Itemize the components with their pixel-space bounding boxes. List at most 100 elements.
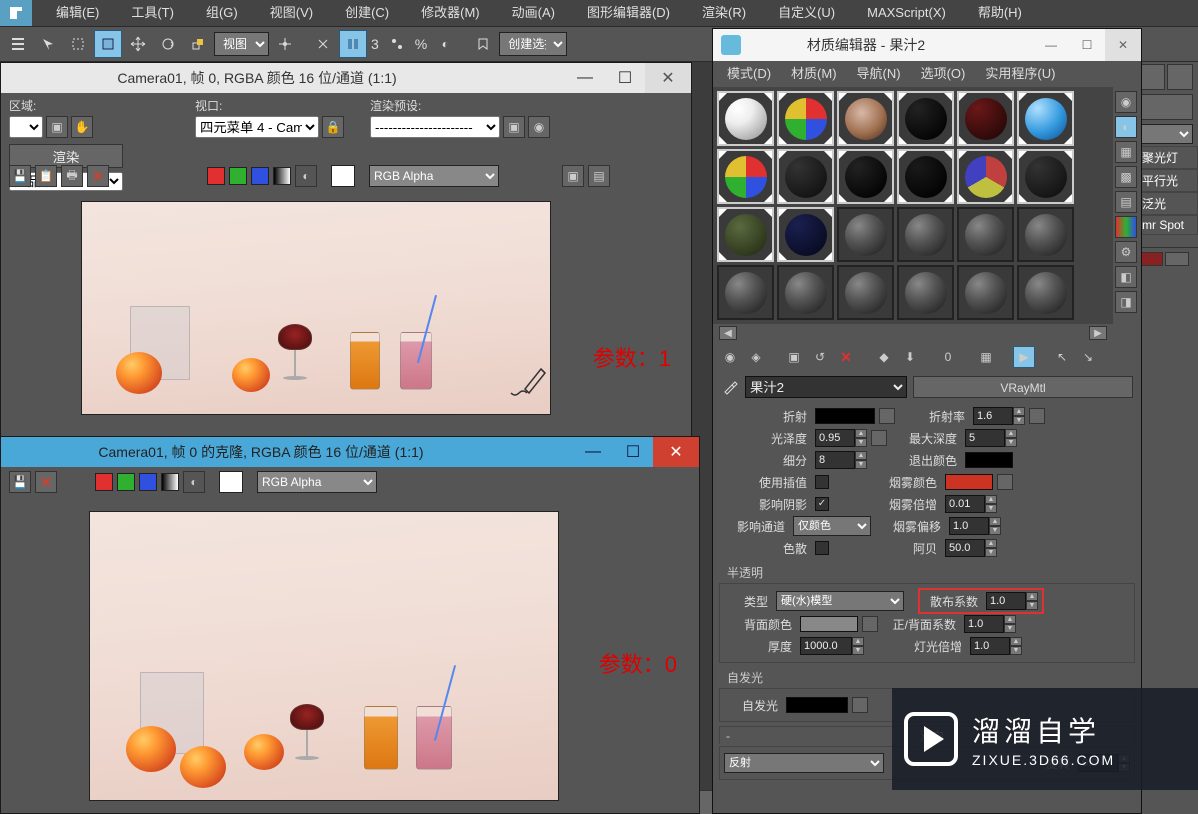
mat-slot-22[interactable]: [897, 265, 954, 320]
material-type-button[interactable]: VRayMtl: [913, 376, 1133, 398]
mat-slot-11[interactable]: [957, 149, 1014, 204]
area-dropdown[interactable]: [9, 116, 43, 138]
mat-slot-5[interactable]: [957, 91, 1014, 146]
mono-toggle[interactable]: ◐: [295, 165, 317, 187]
backlight-icon[interactable]: ◐: [1115, 116, 1137, 138]
mat-menu-options[interactable]: 选项(O): [911, 61, 976, 87]
refraction-color-swatch[interactable]: [815, 408, 875, 424]
select-icon[interactable]: [34, 30, 62, 58]
fb-toggle-b-icon[interactable]: ▤: [588, 165, 610, 187]
mat-slot-8[interactable]: [777, 149, 834, 204]
selfillum-swatch[interactable]: [786, 697, 848, 713]
mat-slot-20[interactable]: [777, 265, 834, 320]
render2-close-button[interactable]: ✕: [653, 437, 699, 467]
menu-edit[interactable]: 编辑(E): [40, 0, 115, 26]
cp-color-swatch[interactable]: [1139, 252, 1163, 266]
fbcoeff-input[interactable]: [964, 615, 1004, 633]
preview-icon[interactable]: [1115, 216, 1137, 238]
cp-light-spot[interactable]: 聚光灯: [1137, 146, 1198, 169]
selfillum-map-button[interactable]: [852, 697, 868, 713]
sample-scroll-left[interactable]: ◀: [719, 326, 737, 340]
r2-bg-color-swatch[interactable]: [219, 471, 243, 493]
sample-type-icon[interactable]: ◉: [1115, 91, 1137, 113]
r2-channel-dropdown[interactable]: RGB Alpha: [257, 471, 377, 493]
alpha-channel-toggle[interactable]: [273, 167, 291, 185]
scatter-spinner[interactable]: ▲▼: [1026, 592, 1038, 610]
glossiness-map-button[interactable]: [871, 430, 887, 446]
subdivs-input[interactable]: [815, 451, 855, 469]
ior-spinner[interactable]: ▲▼: [1013, 407, 1025, 425]
glossiness-input[interactable]: [815, 429, 855, 447]
preset-b-icon[interactable]: ◉: [528, 116, 550, 138]
scatter-input[interactable]: [986, 592, 1026, 610]
delete-material-icon[interactable]: ✕: [835, 346, 857, 368]
cp-create-icon[interactable]: [1139, 64, 1165, 90]
save-image-icon[interactable]: 💾: [9, 165, 31, 187]
assign-to-sel-icon[interactable]: ▣: [783, 346, 805, 368]
maxdepth-spinner[interactable]: ▲▼: [1005, 429, 1017, 447]
mat-slot-24[interactable]: [1017, 265, 1074, 320]
menu-modifiers[interactable]: 修改器(M): [405, 0, 496, 26]
print-icon[interactable]: 🖶: [61, 165, 83, 187]
render1-minimize-button[interactable]: —: [565, 63, 605, 93]
affectchannels-dropdown[interactable]: 仅颜色: [793, 516, 871, 536]
mat-slot-3[interactable]: [837, 91, 894, 146]
fogcolor-map-button[interactable]: [997, 474, 1013, 490]
fogcolor-swatch[interactable]: [945, 474, 993, 490]
r2-blue-channel-toggle[interactable]: [139, 473, 157, 491]
fogbias-spinner[interactable]: ▲▼: [989, 517, 1001, 535]
material-name-dropdown[interactable]: 果汁2: [745, 376, 907, 398]
mat-menu-material[interactable]: 材质(M): [781, 61, 847, 87]
mat-map-nav-icon[interactable]: ◨: [1115, 291, 1137, 313]
abbe-input[interactable]: [945, 539, 985, 557]
move-icon[interactable]: [124, 30, 152, 58]
pick-material-icon[interactable]: [721, 378, 739, 396]
fogbias-input[interactable]: [949, 517, 989, 535]
go-parent-icon[interactable]: ↖: [1051, 346, 1073, 368]
background-icon[interactable]: ▦: [1115, 141, 1137, 163]
mat-slot-9[interactable]: [837, 149, 894, 204]
mat-slot-18[interactable]: [1017, 207, 1074, 262]
render1-close-button[interactable]: ✕: [645, 63, 691, 93]
red-channel-toggle[interactable]: [207, 167, 225, 185]
thickness-spinner[interactable]: ▲▼: [852, 637, 864, 655]
r2-green-channel-toggle[interactable]: [117, 473, 135, 491]
tool-menu-icon[interactable]: [4, 30, 32, 58]
useinterp-checkbox[interactable]: [815, 475, 829, 489]
mat-menu-mode[interactable]: 模式(D): [717, 61, 781, 87]
menu-tools[interactable]: 工具(T): [115, 0, 190, 26]
snap-pct-icon[interactable]: [383, 30, 411, 58]
cp-light-mrspot[interactable]: mr Spot: [1137, 215, 1198, 235]
preset-a-icon[interactable]: ▣: [503, 116, 525, 138]
reference-coord-dropdown[interactable]: 视图: [214, 32, 269, 56]
menu-animation[interactable]: 动画(A): [496, 0, 571, 26]
glossiness-spinner[interactable]: ▲▼: [855, 429, 867, 447]
mat-slot-13[interactable]: [717, 207, 774, 262]
abbe-spinner[interactable]: ▲▼: [985, 539, 997, 557]
put-to-scene-icon[interactable]: ◈: [745, 346, 767, 368]
mat-maximize-button[interactable]: ☐: [1069, 29, 1105, 61]
rotate-icon[interactable]: [154, 30, 182, 58]
cp-category-dropdown[interactable]: [1139, 124, 1193, 144]
viewport-lock-icon[interactable]: 🔒: [322, 116, 344, 138]
cp-light-omni[interactable]: 泛光: [1137, 192, 1198, 215]
put-to-lib-icon[interactable]: ⬇: [899, 346, 921, 368]
ior-input[interactable]: [973, 407, 1013, 425]
options-icon[interactable]: ⚙: [1115, 241, 1137, 263]
menu-help[interactable]: 帮助(H): [962, 0, 1038, 26]
r2-alpha-channel-toggle[interactable]: [161, 473, 179, 491]
backcolor-swatch[interactable]: [800, 616, 858, 632]
mat-id-icon[interactable]: 0: [937, 346, 959, 368]
menu-rendering[interactable]: 渲染(R): [686, 0, 762, 26]
mat-menu-utilities[interactable]: 实用程序(U): [975, 61, 1065, 87]
channel-dropdown[interactable]: RGB Alpha: [369, 165, 499, 187]
mat-slot-21[interactable]: [837, 265, 894, 320]
green-channel-toggle[interactable]: [229, 167, 247, 185]
menu-customize[interactable]: 自定义(U): [762, 0, 851, 26]
mat-slot-6[interactable]: [1017, 91, 1074, 146]
menu-create[interactable]: 创建(C): [329, 0, 405, 26]
dispersion-checkbox[interactable]: [815, 541, 829, 555]
snap-icon[interactable]: [309, 30, 337, 58]
affectshadows-checkbox[interactable]: [815, 497, 829, 511]
app-logo[interactable]: [0, 0, 32, 26]
